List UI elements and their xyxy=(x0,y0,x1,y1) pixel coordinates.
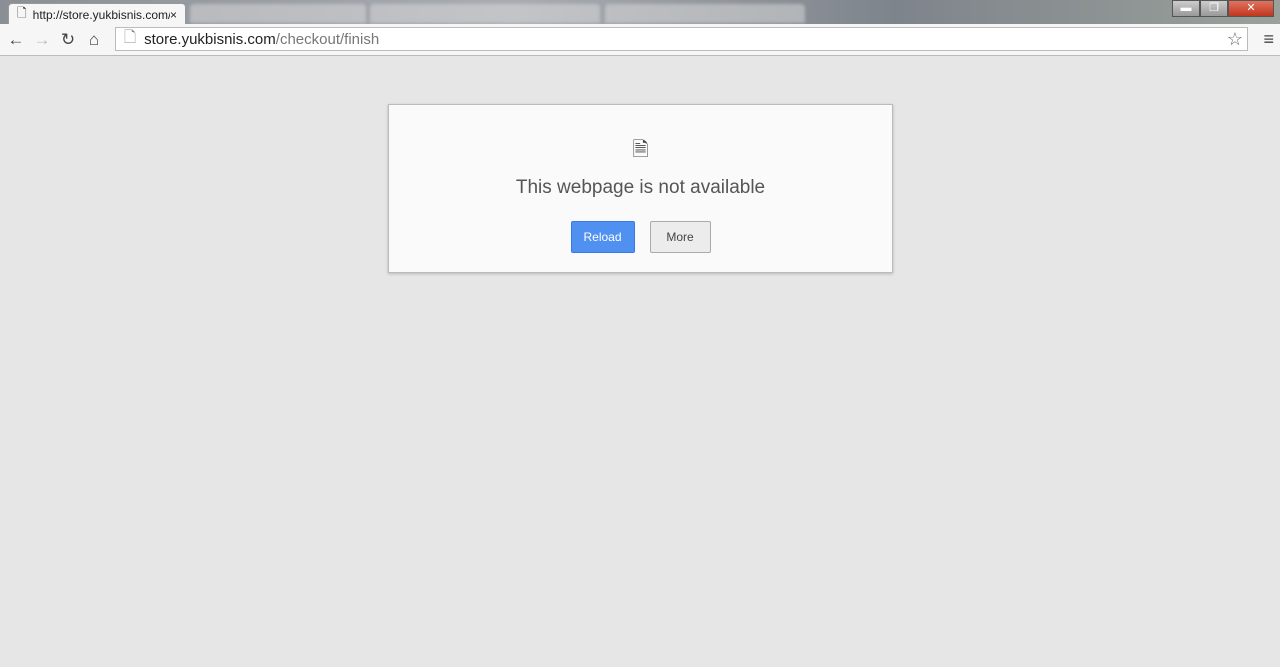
reload-button[interactable]: Reload xyxy=(570,221,635,253)
bookmark-star-icon[interactable]: ☆ xyxy=(1227,29,1243,50)
url-path: /checkout/finish xyxy=(275,30,380,48)
home-icon[interactable]: ⌂ xyxy=(81,30,107,50)
minimize-button[interactable]: ▬ xyxy=(1172,0,1200,17)
tab-close-icon[interactable]: × xyxy=(170,8,177,22)
more-button[interactable]: More xyxy=(649,221,711,253)
page-icon: 🗋 xyxy=(124,28,137,46)
tab-active[interactable]: 🗋 http://store.yukbisnis.com/checkout/fi… xyxy=(8,3,186,25)
menu-icon[interactable]: ≡ xyxy=(1263,29,1274,50)
back-icon[interactable]: ← xyxy=(3,30,29,50)
address-bar[interactable]: 🗋 store.yukbisnis.com/checkout/finish ☆ xyxy=(115,27,1248,51)
tab-title: http://store.yukbisnis.com/checkout/fini… xyxy=(32,7,170,22)
restore-button[interactable]: ❐ xyxy=(1200,0,1228,17)
page-icon: 🗋 xyxy=(17,6,27,20)
sad-page-icon: 🗎 xyxy=(632,139,649,161)
url-host: store.yukbisnis.com xyxy=(144,30,276,48)
error-message: This webpage is not available xyxy=(515,177,766,198)
close-button[interactable]: ✕ xyxy=(1228,0,1274,17)
tab-inactive[interactable] xyxy=(370,4,600,23)
error-card: 🗎 This webpage is not available Reload M… xyxy=(388,104,893,273)
toolbar: ← → ↻ ⌂ 🗋 store.yukbisnis.com/checkout/f… xyxy=(0,24,1280,56)
forward-icon[interactable]: → xyxy=(29,30,55,50)
tab-inactive[interactable] xyxy=(605,4,805,23)
title-bar: 🗋 http://store.yukbisnis.com/checkout/fi… xyxy=(0,0,1280,25)
reload-icon[interactable]: ↻ xyxy=(55,30,81,50)
tab-inactive[interactable] xyxy=(190,4,366,23)
